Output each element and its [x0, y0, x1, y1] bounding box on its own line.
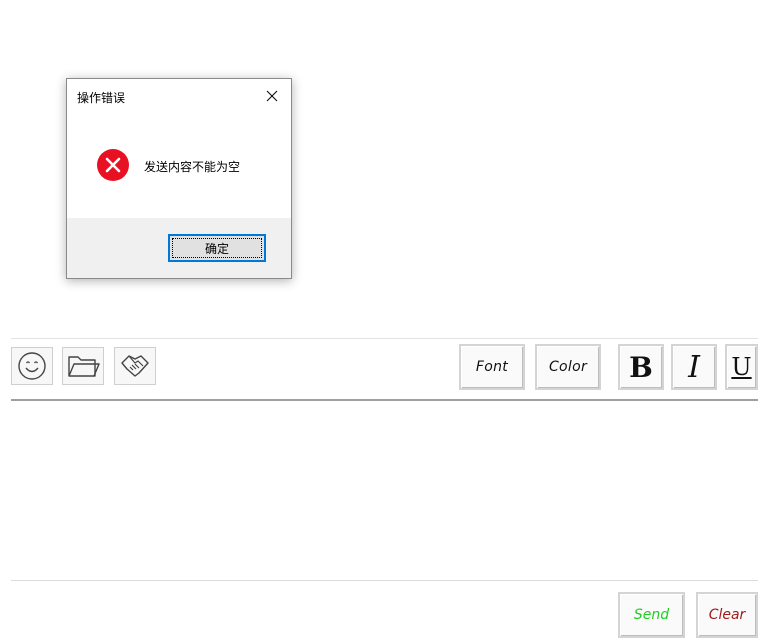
focus-ring [172, 238, 262, 258]
toolbar-bottom-divider [11, 399, 758, 401]
close-icon [266, 90, 278, 102]
dialog-footer: 确定 [67, 218, 291, 278]
dialog-title: 操作错误 [77, 91, 126, 105]
smiley-icon [18, 352, 46, 380]
ok-button[interactable]: 确定 [168, 234, 266, 262]
emoji-button[interactable] [11, 347, 53, 385]
shake-window-button[interactable] [114, 347, 156, 385]
folder-icon [68, 356, 100, 377]
error-icon [97, 149, 129, 181]
bold-button[interactable]: B [618, 344, 664, 390]
open-file-button[interactable] [62, 347, 104, 385]
clear-button[interactable]: Clear [696, 592, 758, 638]
message-input[interactable] [11, 402, 758, 579]
color-button[interactable]: Color [535, 344, 601, 390]
color-button-label: Color [548, 359, 588, 375]
clear-button-label: Clear [708, 607, 746, 623]
error-dialog: 操作错误 发送内容不能为空 确定 [66, 78, 292, 279]
underline-button-label: U [731, 353, 752, 381]
bold-button-label: B [629, 350, 653, 384]
send-button[interactable]: Send [618, 592, 685, 638]
handshake-icon [121, 355, 149, 377]
dialog-message: 发送内容不能为空 [144, 160, 241, 174]
close-button[interactable] [261, 85, 283, 107]
italic-button-label: I [688, 349, 700, 385]
font-button[interactable]: Font [459, 344, 525, 390]
underline-button[interactable]: U [725, 344, 758, 390]
input-bottom-divider [11, 580, 758, 581]
send-button-label: Send [633, 607, 670, 623]
italic-button[interactable]: I [671, 344, 717, 390]
font-button-label: Font [475, 359, 509, 375]
toolbar-top-divider [11, 338, 758, 339]
